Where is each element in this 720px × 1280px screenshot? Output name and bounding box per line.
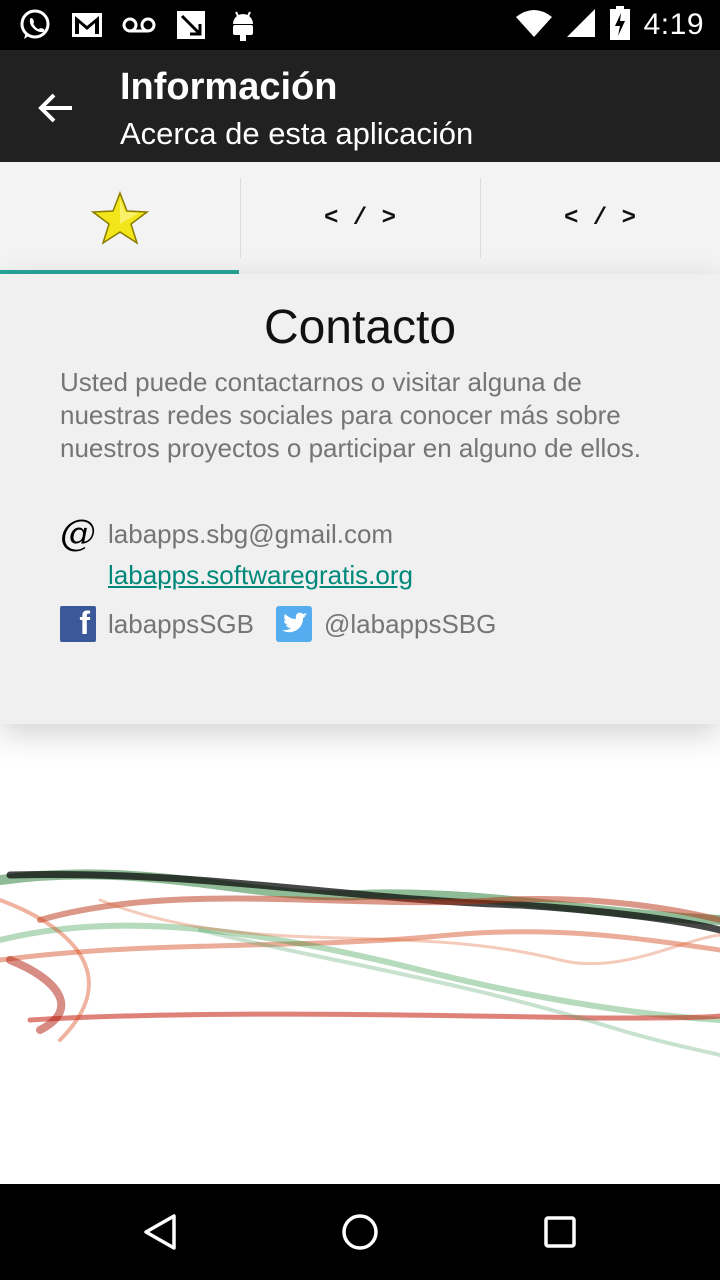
page-subtitle: Acerca de esta aplicación	[120, 116, 474, 151]
android-icon	[226, 8, 260, 42]
tab-code-1[interactable]: < / >	[240, 162, 480, 274]
arrow-back-icon[interactable]	[34, 86, 78, 130]
page-title: Información	[120, 66, 338, 108]
email-row: @ labapps.sbg@gmail.com	[60, 516, 393, 552]
recents-square-icon[interactable]	[534, 1206, 586, 1258]
tab-code-1-label: < / >	[323, 204, 396, 232]
app-bar: Información Acerca de esta aplicación	[0, 50, 720, 162]
twitter-icon[interactable]	[275, 606, 312, 642]
facebook-handle[interactable]: labappsSGB	[108, 609, 254, 640]
signal-icon	[566, 8, 596, 42]
contact-card: Contacto Usted puede contactarnos o visi…	[0, 274, 720, 724]
star-icon	[91, 191, 149, 245]
tab-code-2-label: < / >	[563, 204, 636, 232]
facebook-icon[interactable]: f	[60, 606, 96, 642]
gmail-icon	[70, 8, 104, 42]
home-circle-icon[interactable]	[334, 1206, 386, 1258]
back-triangle-icon[interactable]	[134, 1206, 186, 1258]
wifi-icon	[515, 9, 552, 41]
tab-code-2[interactable]: < / >	[480, 162, 720, 274]
whatsapp-icon	[18, 8, 52, 42]
voicemail-icon	[122, 8, 156, 42]
system-nav-bar	[0, 1184, 720, 1280]
notification-icons	[18, 8, 260, 42]
at-sign-icon: @	[60, 513, 96, 554]
tab-bar: < / > < / >	[0, 162, 720, 274]
contact-heading: Contacto	[263, 301, 457, 354]
system-status: 4:19	[515, 6, 704, 44]
social-row: f labappsSGB @labappsSBG	[60, 606, 496, 642]
status-bar: 4:19	[0, 0, 720, 50]
decorative-wave-art	[0, 869, 720, 1057]
website-link[interactable]: labapps.softwaregratis.org	[108, 560, 413, 591]
twitter-handle[interactable]: @labappsSBG	[324, 609, 496, 640]
tab-contact[interactable]	[0, 162, 240, 274]
missed-call-icon	[174, 8, 208, 42]
email-text[interactable]: labapps.sbg@gmail.com	[108, 519, 393, 550]
clock: 4:19	[643, 8, 704, 41]
facebook-letter: f	[79, 606, 90, 641]
battery-charging-icon	[609, 6, 630, 44]
contact-description: Usted puede contactarnos o visitar algun…	[60, 367, 642, 463]
